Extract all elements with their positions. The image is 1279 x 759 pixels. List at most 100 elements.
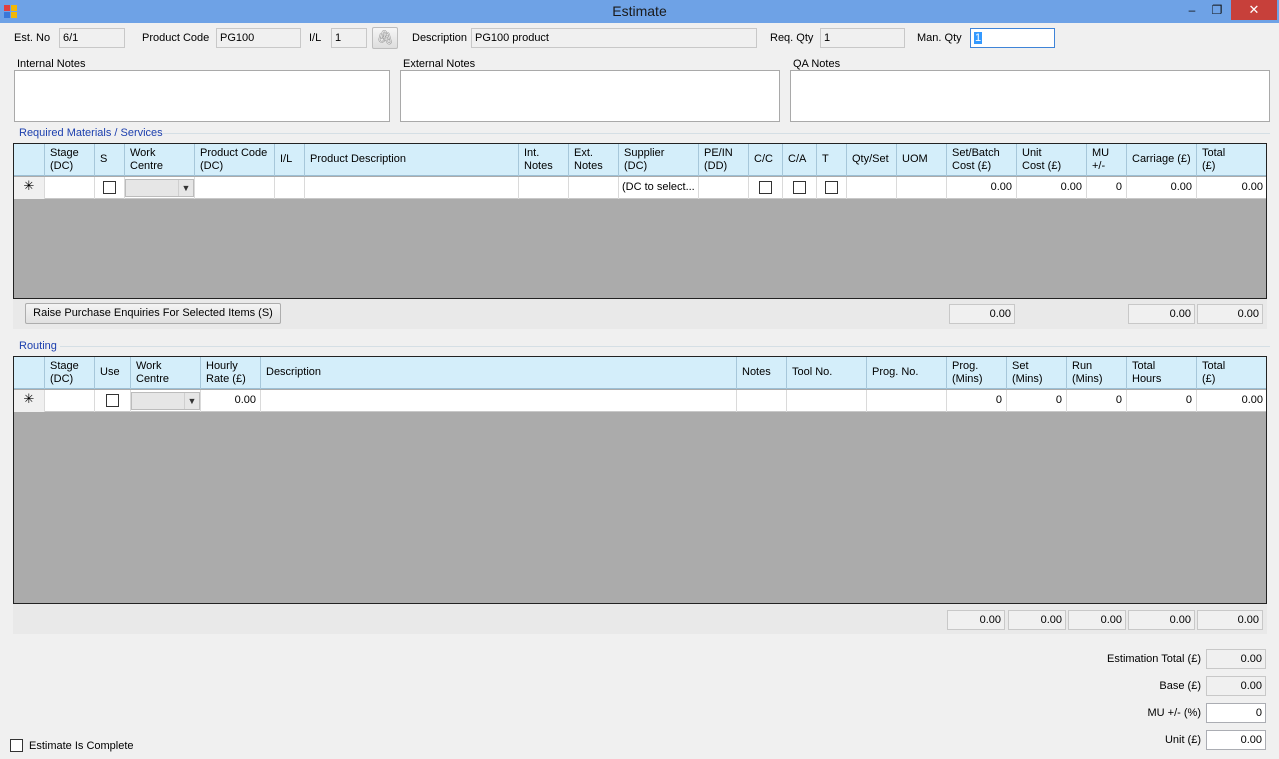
materials-cell-product-code[interactable] <box>195 177 275 199</box>
materials-col-stage[interactable]: Stage (DC) <box>45 144 95 176</box>
paperclip-icon: 🖇 <box>376 29 394 45</box>
routing-col-tool-no[interactable]: Tool No. <box>787 357 867 389</box>
materials-grid[interactable]: Stage (DC) S Work Centre Product Code (D… <box>13 143 1267 299</box>
materials-cell-ext-notes[interactable] <box>569 177 619 199</box>
routing-cell-set-mins[interactable]: 0 <box>1007 390 1067 412</box>
routing-cell-use[interactable] <box>95 390 131 412</box>
routing-cell-tool-no[interactable] <box>787 390 867 412</box>
materials-s-checkbox[interactable] <box>103 181 116 194</box>
req-qty-field[interactable]: 1 <box>820 28 905 48</box>
routing-cell-description[interactable] <box>261 390 737 412</box>
routing-col-use[interactable]: Use <box>95 357 131 389</box>
estimation-total-field: 0.00 <box>1206 649 1266 669</box>
routing-use-checkbox[interactable] <box>106 394 119 407</box>
routing-col-total[interactable]: Total (£) <box>1197 357 1266 389</box>
unit-label: Unit (£) <box>1164 734 1201 746</box>
routing-cell-run-mins[interactable]: 0 <box>1067 390 1127 412</box>
materials-col-total[interactable]: Total (£) <box>1197 144 1266 176</box>
routing-cell-prog-no[interactable] <box>867 390 947 412</box>
routing-col-hourly-rate[interactable]: Hourly Rate (£) <box>201 357 261 389</box>
materials-cell-il[interactable] <box>275 177 305 199</box>
materials-col-ca[interactable]: C/A <box>783 144 817 176</box>
materials-col-product-description[interactable]: Product Description <box>305 144 519 176</box>
routing-cell-notes[interactable] <box>737 390 787 412</box>
materials-cell-total[interactable]: 0.00 <box>1197 177 1266 199</box>
materials-work-centre-dropdown[interactable]: ▼ <box>125 179 194 197</box>
routing-col-run-mins[interactable]: Run (Mins) <box>1067 357 1127 389</box>
attach-button[interactable]: 🖇 <box>372 27 398 49</box>
product-code-field[interactable]: PG100 <box>216 28 301 48</box>
materials-cell-set-batch-cost[interactable]: 0.00 <box>947 177 1017 199</box>
materials-col-work-centre[interactable]: Work Centre <box>125 144 195 176</box>
materials-col-qty-set[interactable]: Qty/Set <box>847 144 897 176</box>
routing-col-total-hours[interactable]: Total Hours <box>1127 357 1197 389</box>
materials-col-s[interactable]: S <box>95 144 125 176</box>
routing-new-row[interactable]: ✳ ▼ 0.00 0 0 0 0 0.00 <box>14 390 1266 412</box>
routing-grid[interactable]: Stage (DC) Use Work Centre Hourly Rate (… <box>13 356 1267 604</box>
routing-work-centre-dropdown[interactable]: ▼ <box>131 392 200 410</box>
external-notes-label: External Notes <box>403 58 476 70</box>
routing-col-stage[interactable]: Stage (DC) <box>45 357 95 389</box>
mu-input[interactable]: 0 <box>1206 703 1266 723</box>
man-qty-input[interactable]: 1 <box>970 28 1055 48</box>
routing-cell-hourly-rate[interactable]: 0.00 <box>201 390 261 412</box>
materials-col-carriage[interactable]: Carriage (£) <box>1127 144 1197 176</box>
routing-col-set-mins[interactable]: Set (Mins) <box>1007 357 1067 389</box>
materials-col-int-notes[interactable]: Int. Notes <box>519 144 569 176</box>
materials-col-set-batch-cost[interactable]: Set/Batch Cost (£) <box>947 144 1017 176</box>
routing-cell-total[interactable]: 0.00 <box>1197 390 1266 412</box>
materials-new-row[interactable]: ✳ ▼ (DC to select... 0.00 0.00 0 0.00 0.… <box>14 177 1266 199</box>
routing-cell-total-hours[interactable]: 0 <box>1127 390 1197 412</box>
il-field[interactable]: 1 <box>331 28 367 48</box>
materials-cell-unit-cost[interactable]: 0.00 <box>1017 177 1087 199</box>
materials-col-cc[interactable]: C/C <box>749 144 783 176</box>
materials-cell-uom[interactable] <box>897 177 947 199</box>
materials-cell-ca[interactable] <box>783 177 817 199</box>
routing-col-notes[interactable]: Notes <box>737 357 787 389</box>
materials-col-il[interactable]: I/L <box>275 144 305 176</box>
base-label: Base (£) <box>1159 680 1201 692</box>
routing-col-prog-no[interactable]: Prog. No. <box>867 357 947 389</box>
routing-cell-work-centre[interactable]: ▼ <box>131 390 201 412</box>
routing-col-description[interactable]: Description <box>261 357 737 389</box>
estimate-complete-label[interactable]: Estimate Is Complete <box>29 740 134 752</box>
materials-col-mu[interactable]: MU +/- <box>1087 144 1127 176</box>
internal-notes-input[interactable] <box>14 70 390 122</box>
external-notes-input[interactable] <box>400 70 780 122</box>
materials-cell-pe-in[interactable] <box>699 177 749 199</box>
materials-cell-supplier[interactable]: (DC to select... <box>619 177 699 199</box>
materials-cell-mu[interactable]: 0 <box>1087 177 1127 199</box>
est-no-field[interactable]: 6/1 <box>59 28 125 48</box>
materials-cell-carriage[interactable]: 0.00 <box>1127 177 1197 199</box>
restore-button[interactable]: ❐ <box>1205 0 1229 20</box>
description-field[interactable]: PG100 product <box>471 28 757 48</box>
materials-cell-work-centre[interactable]: ▼ <box>125 177 195 199</box>
materials-col-ext-notes[interactable]: Ext. Notes <box>569 144 619 176</box>
qa-notes-input[interactable] <box>790 70 1270 122</box>
estimate-complete-checkbox[interactable] <box>10 739 23 752</box>
routing-cell-stage[interactable] <box>45 390 95 412</box>
materials-t-checkbox[interactable] <box>825 181 838 194</box>
materials-cell-s[interactable] <box>95 177 125 199</box>
materials-cell-int-notes[interactable] <box>519 177 569 199</box>
materials-cell-product-description[interactable] <box>305 177 519 199</box>
materials-cell-stage[interactable] <box>45 177 95 199</box>
materials-cell-t[interactable] <box>817 177 847 199</box>
materials-col-t[interactable]: T <box>817 144 847 176</box>
minimize-button[interactable]: ‒ <box>1180 0 1204 20</box>
raise-purchase-enquiries-button[interactable]: Raise Purchase Enquiries For Selected It… <box>25 303 281 324</box>
materials-col-unit-cost[interactable]: Unit Cost (£) <box>1017 144 1087 176</box>
materials-col-product-code[interactable]: Product Code (DC) <box>195 144 275 176</box>
materials-cc-checkbox[interactable] <box>759 181 772 194</box>
routing-cell-prog-mins[interactable]: 0 <box>947 390 1007 412</box>
materials-col-supplier[interactable]: Supplier (DC) <box>619 144 699 176</box>
materials-col-uom[interactable]: UOM <box>897 144 947 176</box>
routing-col-prog-mins[interactable]: Prog. (Mins) <box>947 357 1007 389</box>
materials-col-pe-in[interactable]: PE/IN (DD) <box>699 144 749 176</box>
materials-cell-qty-set[interactable] <box>847 177 897 199</box>
unit-input[interactable]: 0.00 <box>1206 730 1266 750</box>
close-button[interactable]: ✕ <box>1231 0 1277 20</box>
routing-col-work-centre[interactable]: Work Centre <box>131 357 201 389</box>
materials-cell-cc[interactable] <box>749 177 783 199</box>
materials-ca-checkbox[interactable] <box>793 181 806 194</box>
